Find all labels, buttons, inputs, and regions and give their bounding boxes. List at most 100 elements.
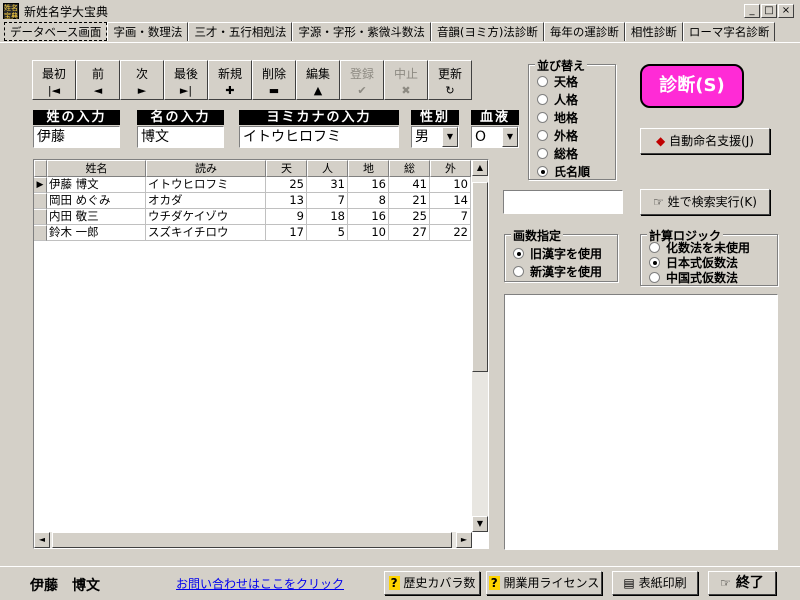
cell-gai[interactable]: 22 — [430, 225, 471, 241]
sort-option-chikaku[interactable]: 地格 — [537, 109, 578, 126]
column-header-so[interactable]: 総 — [389, 160, 430, 177]
scroll-right-icon[interactable]: ► — [456, 532, 472, 548]
last-record-button[interactable]: 最後 ►| — [164, 60, 208, 100]
tab-compatibility[interactable]: 相性診断 — [624, 22, 683, 41]
close-button[interactable]: × — [778, 4, 794, 18]
cell-reading[interactable]: オカダ — [146, 193, 266, 209]
cancel-record-button[interactable]: 中止 ✖ — [384, 60, 428, 100]
kana-input[interactable]: イトウヒロフミ — [239, 126, 399, 148]
sort-option-tenkaku[interactable]: 天格 — [537, 73, 578, 90]
cell-so[interactable]: 25 — [389, 209, 430, 225]
cell-jin[interactable]: 31 — [307, 177, 348, 193]
cell-gai[interactable]: 7 — [430, 209, 471, 225]
grid-vertical-scrollbar[interactable]: ▲ ▼ — [472, 160, 488, 532]
cell-reading[interactable]: スズキイチロウ — [146, 225, 266, 241]
tab-yearly-fortune[interactable]: 毎年の運診断 — [543, 22, 625, 41]
table-row[interactable]: ▶ 伊藤 博文 イトウヒロフミ 25 31 16 41 10 — [34, 177, 471, 193]
maximize-button[interactable]: □ — [761, 4, 777, 18]
diagnose-button[interactable]: 診断(S) — [640, 64, 744, 108]
cell-jin[interactable]: 18 — [307, 209, 348, 225]
cell-reading[interactable]: イトウヒロフミ — [146, 177, 266, 193]
plus-icon: ✚ — [225, 84, 235, 97]
minimize-button[interactable]: _ — [744, 4, 760, 18]
cell-jin[interactable]: 5 — [307, 225, 348, 241]
column-header-chi[interactable]: 地 — [348, 160, 389, 177]
new-record-button[interactable]: 新規 ✚ — [208, 60, 252, 100]
radio-icon — [537, 94, 548, 105]
print-cover-button[interactable]: ▤ 表紙印刷 — [612, 571, 698, 595]
table-row[interactable]: 鈴木 一郎 スズキイチロウ 17 5 10 27 22 — [34, 225, 471, 241]
cell-ten[interactable]: 13 — [266, 193, 307, 209]
cell-chi[interactable]: 16 — [348, 177, 389, 193]
radio-icon — [537, 130, 548, 141]
scroll-left-icon[interactable]: ◄ — [34, 532, 50, 548]
cell-so[interactable]: 41 — [389, 177, 430, 193]
scroll-down-icon[interactable]: ▼ — [472, 516, 488, 532]
cell-gai[interactable]: 10 — [430, 177, 471, 193]
auto-naming-button[interactable]: ◆ 自動命名支援(J) — [640, 128, 770, 154]
column-header-jin[interactable]: 人 — [307, 160, 348, 177]
cell-ten[interactable]: 25 — [266, 177, 307, 193]
edit-record-button[interactable]: 編集 ▲ — [296, 60, 340, 100]
gender-dropdown-icon[interactable]: ▼ — [442, 127, 458, 147]
cell-so[interactable]: 27 — [389, 225, 430, 241]
surname-input[interactable]: 伊藤 — [33, 126, 120, 148]
column-header-ten[interactable]: 天 — [266, 160, 307, 177]
cell-gai[interactable]: 14 — [430, 193, 471, 209]
sort-option-jinkaku[interactable]: 人格 — [537, 91, 578, 108]
cell-chi[interactable]: 10 — [348, 225, 389, 241]
cell-reading[interactable]: ウチダケイゾウ — [146, 209, 266, 225]
contact-link[interactable]: お問い合わせはここをクリック — [176, 575, 344, 592]
next-record-button[interactable]: 次 ► — [120, 60, 164, 100]
column-header-reading[interactable]: 読み — [146, 160, 266, 177]
cell-chi[interactable]: 8 — [348, 193, 389, 209]
records-grid[interactable]: 姓名 読み 天 人 地 総 外 ▶ 伊藤 博文 イトウヒロフミ 25 31 16… — [33, 159, 489, 549]
column-header-gai[interactable]: 外 — [430, 160, 471, 177]
tab-phonetic[interactable]: 音韻(ヨミ方)法診断 — [430, 22, 544, 41]
stroke-option-old-kanji[interactable]: 旧漢字を使用 — [513, 245, 602, 262]
table-row[interactable]: 内田 敬三 ウチダケイゾウ 9 18 16 25 7 — [34, 209, 471, 225]
license-button[interactable]: ? 開業用ライセンス — [486, 571, 602, 595]
stroke-option-new-kanji[interactable]: 新漢字を使用 — [513, 263, 602, 280]
scroll-thumb[interactable] — [472, 182, 488, 372]
tab-jigen-shibi[interactable]: 字源・字形・紫微斗数法 — [292, 22, 431, 41]
cell-ten[interactable]: 17 — [266, 225, 307, 241]
cell-name[interactable]: 内田 敬三 — [47, 209, 146, 225]
blood-select[interactable]: O ▼ — [471, 126, 519, 148]
sort-option-gaikaku[interactable]: 外格 — [537, 127, 578, 144]
refresh-button[interactable]: 更新 ↻ — [428, 60, 472, 100]
surname-search-button[interactable]: ☞ 姓で検索実行(K) — [640, 189, 770, 215]
grid-horizontal-scrollbar[interactable]: ◄ ► — [34, 532, 472, 548]
delete-record-button[interactable]: 削除 ▬ — [252, 60, 296, 100]
logic-option-chinese[interactable]: 中国式仮数法 — [649, 269, 738, 286]
cell-so[interactable]: 21 — [389, 193, 430, 209]
blood-dropdown-icon[interactable]: ▼ — [502, 127, 518, 147]
given-name-input[interactable]: 博文 — [137, 126, 224, 148]
sort-option-name[interactable]: 氏名順 — [537, 163, 590, 180]
prev-record-button[interactable]: 前 ◄ — [76, 60, 120, 100]
cell-name[interactable]: 岡田 めぐみ — [47, 193, 146, 209]
scroll-up-icon[interactable]: ▲ — [472, 160, 488, 176]
gender-select[interactable]: 男 ▼ — [411, 126, 459, 148]
tab-stroke-numerology[interactable]: 字画・数理法 — [107, 22, 189, 41]
tab-bar: データベース画面 字画・数理法 三才・五行相剋法 字源・字形・紫微斗数法 音韻(… — [4, 22, 776, 42]
cell-ten[interactable]: 9 — [266, 209, 307, 225]
column-header-name[interactable]: 姓名 — [47, 160, 146, 177]
result-text-area[interactable] — [504, 294, 778, 550]
h-scroll-thumb[interactable] — [52, 532, 452, 548]
hand-pointer-icon: ☞ — [653, 195, 664, 209]
sort-option-sokaku[interactable]: 総格 — [537, 145, 578, 162]
cell-name[interactable]: 鈴木 一郎 — [47, 225, 146, 241]
tab-sansai-gogyo[interactable]: 三才・五行相剋法 — [188, 22, 293, 41]
exit-button[interactable]: ☞ 終了 — [708, 571, 776, 595]
cell-name[interactable]: 伊藤 博文 — [47, 177, 146, 193]
table-row[interactable]: 岡田 めぐみ オカダ 13 7 8 21 14 — [34, 193, 471, 209]
surname-search-input[interactable] — [503, 190, 623, 214]
tab-database[interactable]: データベース画面 — [4, 22, 108, 41]
save-record-button[interactable]: 登録 ✔ — [340, 60, 384, 100]
first-record-button[interactable]: 最初 |◄ — [32, 60, 76, 100]
history-kabbalah-button[interactable]: ? 歴史カバラ数 — [384, 571, 480, 595]
tab-romaji[interactable]: ローマ字名診断 — [682, 22, 776, 41]
cell-chi[interactable]: 16 — [348, 209, 389, 225]
cell-jin[interactable]: 7 — [307, 193, 348, 209]
